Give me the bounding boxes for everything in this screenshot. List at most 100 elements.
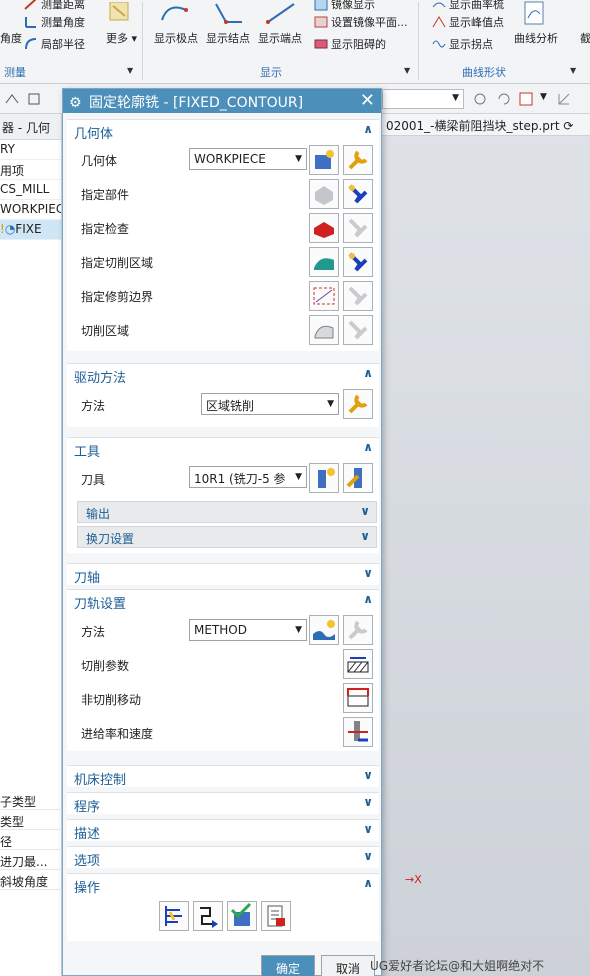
new-tool-button[interactable] [309, 463, 339, 493]
cut-region-icon [314, 325, 334, 339]
navigator-row-selected[interactable]: !◔FIXE [0, 220, 61, 240]
new-geometry-button[interactable] [309, 145, 339, 175]
operations-body [67, 895, 379, 941]
select-cut-area-button[interactable] [309, 247, 339, 277]
section-program[interactable]: 程序 ∨ [67, 792, 379, 815]
edit-tool-button[interactable] [343, 463, 373, 493]
render-style-icon[interactable] [518, 91, 534, 107]
close-icon[interactable]: ✕ [360, 90, 375, 111]
detail-row: 径 [0, 830, 62, 850]
measure-distance-button[interactable]: 测量距离 [24, 0, 85, 12]
wrench-icon [348, 394, 368, 414]
rotate-icon[interactable] [496, 91, 512, 107]
navigator-row[interactable]: CS_MILL [0, 180, 61, 200]
axis-triad: →X [405, 873, 422, 886]
edit-method-button[interactable] [343, 615, 373, 645]
ok-button[interactable]: 确定 [261, 955, 315, 976]
group-label-curve-shape: 曲线形状 [462, 66, 506, 79]
chevron-down-icon[interactable]: ▼ [570, 66, 576, 75]
chevron-down-icon[interactable]: ▼ [127, 66, 133, 75]
cut-params-button[interactable] [343, 649, 373, 679]
geometry-body: 几何体 WORKPIECE▼ 指定部件 指定检查 指定切削区域 指定修剪边界 [67, 141, 379, 351]
display-part-button[interactable] [343, 179, 373, 209]
display-cut-region-button[interactable] [343, 315, 373, 345]
chevron-down-icon[interactable]: ▼ [540, 92, 547, 102]
select-check-button[interactable] [309, 213, 339, 243]
show-inflection-button[interactable]: 显示拐点 [432, 36, 493, 52]
local-radius-button[interactable]: 局部半径 [24, 36, 85, 52]
chevron-down-icon[interactable]: ▼ [404, 66, 410, 75]
non-cut-moves-button[interactable] [343, 683, 373, 713]
select-trim-boundary-button[interactable] [309, 281, 339, 311]
snap-icon[interactable] [4, 91, 20, 107]
show-obstructed-button[interactable]: 显示阻碍的 [314, 36, 386, 52]
generate-button[interactable] [159, 901, 189, 931]
navigator-row[interactable]: RY [0, 140, 61, 160]
tool-change-subsection[interactable]: 换刀设置 ∨ [77, 526, 377, 548]
operation-icon: ◔ [4, 222, 16, 236]
chevron-down-icon: ▼ [295, 472, 302, 482]
section-description[interactable]: 描述 ∨ [67, 819, 379, 842]
mirror-display-button[interactable]: 镜像显示 [314, 0, 375, 12]
show-curvature-comb-button[interactable]: 显示曲率梳 [432, 0, 504, 12]
section-machine-control[interactable]: 机床控制 ∨ [67, 765, 379, 788]
chevron-up-icon: ∧ [363, 876, 373, 890]
edit-drive-method-button[interactable] [343, 389, 373, 419]
display-trim-boundary-button[interactable] [343, 281, 373, 311]
show-knots-button[interactable]: 显示结点 [206, 30, 250, 46]
peak-points-icon [432, 16, 446, 28]
wrench-icon [348, 150, 368, 170]
file-tab[interactable]: 02001_-横梁前阻挡块_step.prt ⟳ [382, 114, 590, 136]
close-icon[interactable]: ⟳ [563, 119, 573, 133]
curve-analysis-button[interactable]: 曲线分析 [514, 30, 558, 46]
display-check-button[interactable] [343, 213, 373, 243]
edit-geometry-button[interactable] [343, 145, 373, 175]
section-operations[interactable]: 操作 ∧ [67, 873, 379, 896]
section-options[interactable]: 选项 ∨ [67, 846, 379, 869]
section-tool[interactable]: 工具 ∧ [67, 437, 379, 460]
detail-row: 进刀最... [0, 850, 62, 870]
dialog-title-bar[interactable]: ⚙ 固定轮廓铣 - [FIXED_CONTOUR] ✕ [63, 89, 381, 113]
show-poles-button[interactable]: 显示极点 [154, 30, 198, 46]
cancel-button[interactable]: 取消 [321, 955, 375, 976]
chevron-down-icon: ▼ [452, 93, 459, 103]
graphics-viewport[interactable] [382, 114, 590, 976]
section-tool-axis[interactable]: 刀轴 ∨ [67, 563, 379, 586]
output-subsection[interactable]: 输出 ∨ [77, 501, 377, 523]
show-endpoints-button[interactable]: 显示端点 [258, 30, 302, 46]
orient-icon[interactable] [556, 91, 572, 107]
list-button[interactable] [261, 901, 291, 931]
replay-button[interactable] [193, 901, 223, 931]
details-panel: 子类型 类型 径 进刀最... 斜坡角度 [0, 790, 62, 890]
new-method-button[interactable] [309, 615, 339, 645]
set-mirror-plane-button[interactable]: 设置镜像平面... [314, 14, 408, 30]
section-drive-method[interactable]: 驱动方法 ∧ [67, 363, 379, 386]
show-knots-icon [212, 0, 246, 28]
cut-params-icon [347, 657, 369, 673]
selection-filter-select[interactable]: ▼ [382, 89, 464, 109]
verify-icon [230, 902, 252, 926]
cut-region-button[interactable] [309, 315, 339, 345]
cut-params-label: 切削参数 [81, 659, 130, 673]
verify-button[interactable] [227, 901, 257, 931]
partial-button[interactable]: 截 [580, 30, 590, 46]
measure-angle-button[interactable]: 测量角度 [24, 14, 85, 30]
section-geometry[interactable]: 几何体 ∧ [67, 119, 379, 142]
navigator-row[interactable]: 用项 [0, 160, 61, 180]
select-part-button[interactable] [309, 179, 339, 209]
section-path-settings[interactable]: 刀轨设置 ∧ [67, 589, 379, 612]
feeds-speeds-button[interactable] [343, 717, 373, 747]
geometry-select[interactable]: WORKPIECE ▼ [189, 148, 307, 170]
tool-select[interactable]: 10R1 (铣刀-5 参 ▼ [189, 466, 307, 488]
path-method-select[interactable]: METHOD ▼ [189, 619, 307, 641]
filter-icon[interactable] [26, 91, 42, 107]
navigator-row[interactable]: WORKPIEC [0, 200, 61, 220]
path-method-label: 方法 [81, 625, 106, 639]
drive-method-select[interactable]: 区域铣削 ▼ [201, 393, 339, 415]
view-icon[interactable] [472, 91, 488, 107]
flashlight-icon [348, 286, 368, 306]
display-cut-area-button[interactable] [343, 247, 373, 277]
more-button[interactable]: 更多 ▾ [106, 30, 137, 46]
flashlight-icon [348, 218, 368, 238]
show-peak-points-button[interactable]: 显示峰值点 [432, 14, 504, 30]
